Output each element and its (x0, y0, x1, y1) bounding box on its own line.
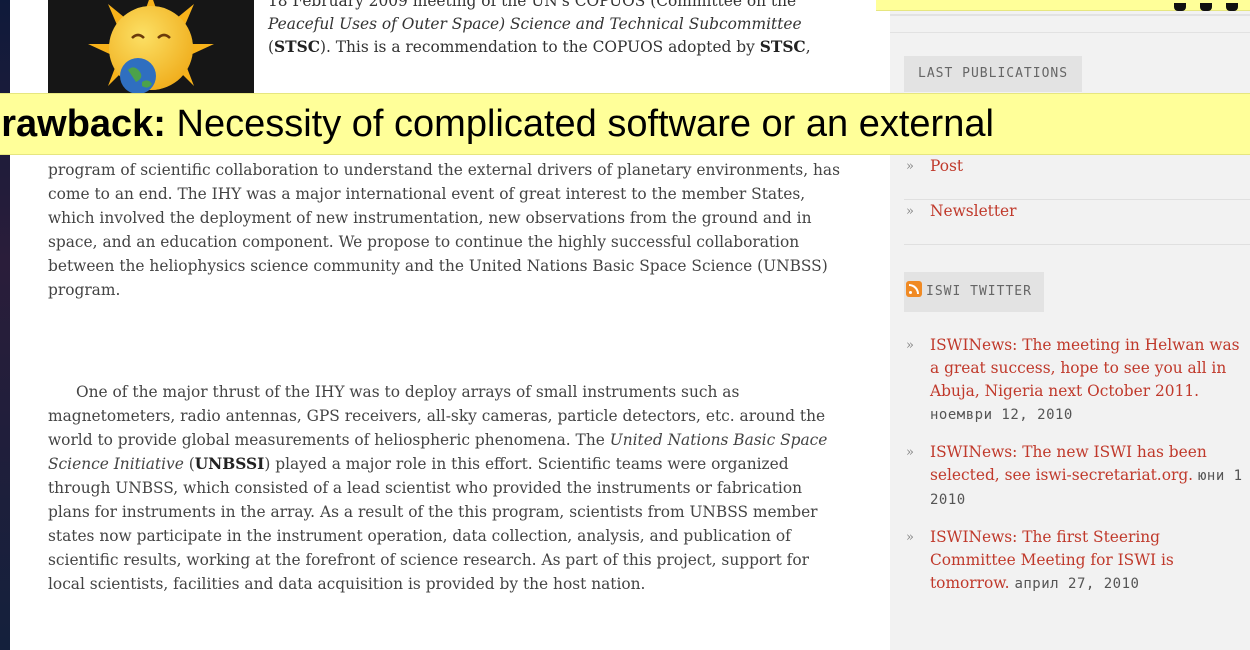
overlay-caption-banner: drawback: Necessity of complicated softw… (0, 93, 1250, 155)
tweets-list: » ISWINews: The meeting in Helwan was a … (904, 334, 1250, 610)
iswi-twitter-heading[interactable]: ISWI TWITTER (904, 272, 1044, 312)
paragraph-unbssi: One of the major thrust of the IHY was t… (48, 380, 848, 596)
unbssi-bold: UNBSSI (194, 455, 265, 473)
publication-link-newsletter[interactable]: Newsletter (930, 202, 1017, 220)
banner-bold-text: drawback: (0, 103, 166, 145)
intro-comma: , (805, 38, 811, 56)
intro-line1: 18 February 2009 meeting of the UN's COP… (268, 0, 797, 10)
tweet-item: » ISWINews: The first Steering Committee… (904, 526, 1250, 596)
list-item: » Post (904, 155, 1250, 200)
publication-link-post[interactable]: Post (930, 157, 963, 175)
raquo-bullet-icon: » (906, 159, 914, 174)
banner-text: Necessity of complicated software or an … (165, 103, 994, 145)
banner-text-fragment (1160, 0, 1250, 11)
tweet-item: » ISWINews: The meeting in Helwan was a … (904, 334, 1250, 427)
paragraph-ihy: program of scientific collaboration to u… (48, 161, 840, 299)
rss-icon[interactable] (906, 281, 922, 297)
tweet-link[interactable]: ISWINews: The new ISWI has been selected… (930, 443, 1207, 484)
intro-line3-text: ). This is a recommendation to the COPUO… (319, 38, 760, 56)
publications-list: » Post » Newsletter (904, 155, 1250, 245)
raquo-bullet-icon: » (906, 338, 914, 353)
raquo-bullet-icon: » (906, 204, 914, 219)
p2-text-c: ) played a major role in this effort. Sc… (48, 455, 818, 593)
top-yellow-banner-strip (876, 0, 1250, 11)
intro-line2: Peaceful Uses of Outer Space) Science an… (268, 15, 802, 33)
tweet-date: април 27, 2010 (1014, 576, 1140, 592)
tweet-date: ноември 12, 2010 (930, 407, 1073, 423)
p2-text-b: ( (183, 455, 195, 473)
raquo-bullet-icon: » (906, 530, 914, 545)
stsc-bold: STSC (274, 38, 320, 56)
tweet-link[interactable]: ISWINews: The meeting in Helwan was a gr… (930, 336, 1240, 400)
list-item: » Newsletter (904, 200, 1250, 245)
last-publications-heading: LAST PUBLICATIONS (904, 56, 1083, 92)
intro-text: 18 February 2009 meeting of the UN's COP… (268, 0, 853, 59)
stsc-bold-2: STSC (759, 38, 806, 56)
twitter-heading-label: ISWI TWITTER (926, 284, 1032, 299)
sidebar-divider-2 (890, 22, 1250, 33)
tweet-item: » ISWINews: The new ISWI has been select… (904, 441, 1250, 512)
sun-earth-logo-image (48, 0, 254, 94)
raquo-bullet-icon: » (906, 445, 914, 460)
